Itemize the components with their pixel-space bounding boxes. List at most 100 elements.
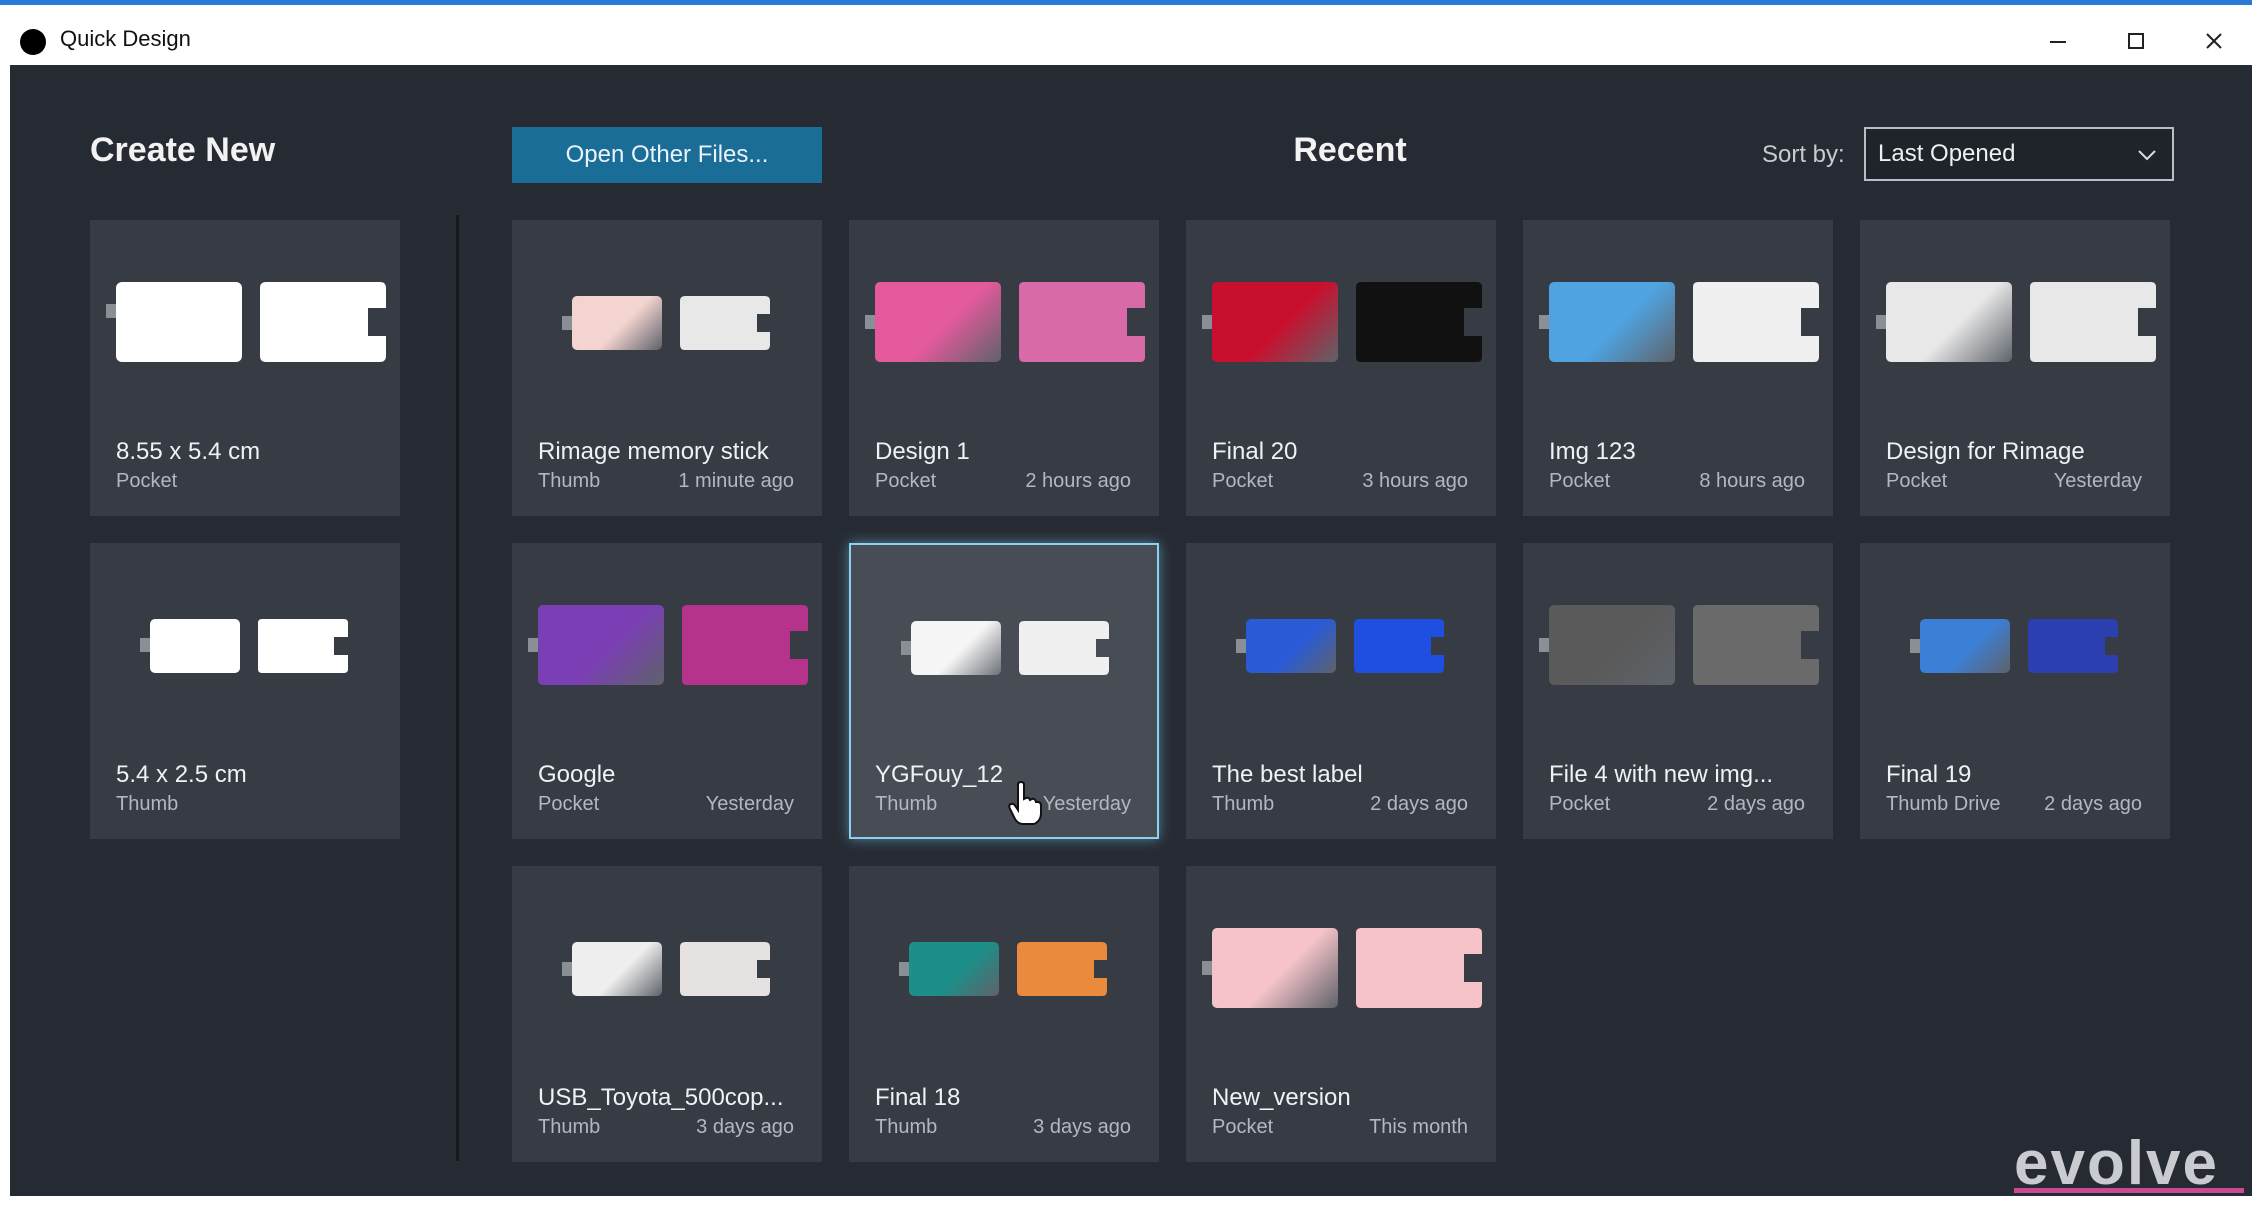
- recent-file-card[interactable]: File 4 with new img... Pocket 2 days ago: [1523, 543, 1833, 839]
- recent-file-card[interactable]: Final 20 Pocket 3 hours ago: [1186, 220, 1496, 516]
- file-name: Img 123: [1549, 438, 1636, 465]
- usb-plug-icon: [140, 638, 150, 652]
- app-icon: [20, 29, 46, 55]
- file-type: Pocket: [1549, 793, 1611, 815]
- usb-plug-icon: [1202, 961, 1212, 975]
- sort-label: Sort by:: [1762, 141, 1845, 168]
- file-time: 2 days ago: [2044, 793, 2142, 815]
- minimize-button[interactable]: [2022, 13, 2094, 69]
- file-name: Design 1: [875, 438, 970, 465]
- usb-plug-icon: [1202, 315, 1212, 329]
- template-card-thumb[interactable]: 5.4 x 2.5 cm Thumb: [90, 543, 400, 839]
- sort-dropdown[interactable]: Last Opened: [1864, 127, 2174, 181]
- design-back-thumbnail: [680, 942, 770, 996]
- design-front-thumbnail: [572, 296, 662, 350]
- file-name: Final 20: [1212, 438, 1298, 465]
- card-back-preview: [260, 282, 386, 362]
- main-panel: Create New Open Other Files... Recent So…: [10, 65, 2252, 1196]
- file-time: 2 days ago: [1707, 793, 1805, 815]
- maximize-icon: [2128, 33, 2144, 49]
- create-new-heading: Create New: [90, 131, 276, 169]
- file-type: Pocket: [538, 793, 600, 815]
- design-front-thumbnail: [875, 282, 1001, 362]
- template-type: Pocket: [116, 470, 178, 492]
- recent-file-card[interactable]: Rimage memory stick Thumb 1 minute ago: [512, 220, 822, 516]
- design-front-thumbnail: [1246, 619, 1336, 673]
- file-type: Pocket: [1549, 470, 1611, 492]
- design-front-thumbnail: [1549, 605, 1675, 685]
- file-time: Yesterday: [1042, 793, 1131, 815]
- file-type: Thumb: [1212, 793, 1275, 815]
- usb-plug-icon: [562, 316, 572, 330]
- file-name: Google: [538, 761, 616, 788]
- design-back-thumbnail: [1693, 605, 1819, 685]
- recent-file-card[interactable]: Google Pocket Yesterday: [512, 543, 822, 839]
- design-front-thumbnail: [1212, 282, 1338, 362]
- design-back-thumbnail: [1354, 619, 1444, 673]
- recent-file-card[interactable]: Design for Rimage Pocket Yesterday: [1860, 220, 2170, 516]
- file-time: This month: [1369, 1116, 1468, 1138]
- file-name: Rimage memory stick: [538, 438, 769, 465]
- design-front-thumbnail: [1212, 928, 1338, 1008]
- usb-plug-icon: [1539, 638, 1549, 652]
- design-front-thumbnail: [909, 942, 999, 996]
- file-type: Thumb: [875, 1116, 938, 1138]
- card-front-preview: [116, 282, 242, 362]
- thumb-back-preview: [258, 619, 348, 673]
- file-name: Final 18: [875, 1084, 961, 1111]
- file-name: Design for Rimage: [1886, 438, 2085, 465]
- file-time: Yesterday: [2053, 470, 2142, 492]
- file-time: 2 days ago: [1370, 793, 1468, 815]
- recent-heading: Recent: [1293, 131, 1407, 169]
- recent-file-card[interactable]: USB_Toyota_500cop... Thumb 3 days ago: [512, 866, 822, 1162]
- thumb-front-preview: [150, 619, 240, 673]
- close-button[interactable]: [2178, 13, 2250, 69]
- window-title: Quick Design: [60, 26, 191, 51]
- section-divider: [456, 215, 459, 1161]
- usb-plug-icon: [899, 962, 909, 976]
- close-icon: [2206, 33, 2222, 49]
- maximize-button[interactable]: [2100, 13, 2172, 69]
- title-bar: Quick Design: [0, 5, 2252, 65]
- usb-plug-icon: [1539, 315, 1549, 329]
- usb-plug-icon: [1876, 315, 1886, 329]
- recent-file-card[interactable]: YGFouy_12 Thumb Yesterday: [849, 543, 1159, 839]
- usb-plug-icon: [562, 962, 572, 976]
- design-front-thumbnail: [538, 605, 664, 685]
- recent-file-card[interactable]: Final 19 Thumb Drive 2 days ago: [1860, 543, 2170, 839]
- design-back-thumbnail: [2030, 282, 2156, 362]
- minimize-icon: [2050, 41, 2066, 43]
- design-back-thumbnail: [1017, 942, 1107, 996]
- recent-file-card[interactable]: Final 18 Thumb 3 days ago: [849, 866, 1159, 1162]
- recent-file-card[interactable]: Img 123 Pocket 8 hours ago: [1523, 220, 1833, 516]
- usb-plug-icon: [106, 304, 116, 318]
- design-front-thumbnail: [1549, 282, 1675, 362]
- design-back-thumbnail: [1693, 282, 1819, 362]
- file-time: 3 hours ago: [1362, 470, 1468, 492]
- template-type: Thumb: [116, 793, 179, 815]
- file-type: Thumb Drive: [1886, 793, 2001, 815]
- sort-value: Last Opened: [1878, 140, 2016, 167]
- open-other-files-button[interactable]: Open Other Files...: [512, 127, 822, 183]
- file-name: The best label: [1212, 761, 1363, 788]
- recent-file-card[interactable]: Design 1 Pocket 2 hours ago: [849, 220, 1159, 516]
- file-time: 1 minute ago: [678, 470, 794, 492]
- evolve-watermark: evolve: [2014, 1128, 2244, 1210]
- usb-plug-icon: [1236, 639, 1246, 653]
- usb-plug-icon: [1910, 639, 1920, 653]
- design-front-thumbnail: [572, 942, 662, 996]
- template-size: 5.4 x 2.5 cm: [116, 761, 247, 788]
- file-type: Pocket: [1886, 470, 1948, 492]
- recent-file-card[interactable]: New_version Pocket This month: [1186, 866, 1496, 1162]
- file-time: Yesterday: [705, 793, 794, 815]
- svg-text:evolve: evolve: [2014, 1129, 2219, 1196]
- file-type: Thumb: [875, 793, 938, 815]
- file-time: 3 days ago: [696, 1116, 794, 1138]
- file-name: New_version: [1212, 1084, 1351, 1111]
- template-card-pocket[interactable]: 8.55 x 5.4 cm Pocket: [90, 220, 400, 516]
- file-name: USB_Toyota_500cop...: [538, 1084, 784, 1111]
- file-type: Pocket: [875, 470, 937, 492]
- recent-file-card[interactable]: The best label Thumb 2 days ago: [1186, 543, 1496, 839]
- design-back-thumbnail: [1019, 282, 1145, 362]
- usb-plug-icon: [528, 638, 538, 652]
